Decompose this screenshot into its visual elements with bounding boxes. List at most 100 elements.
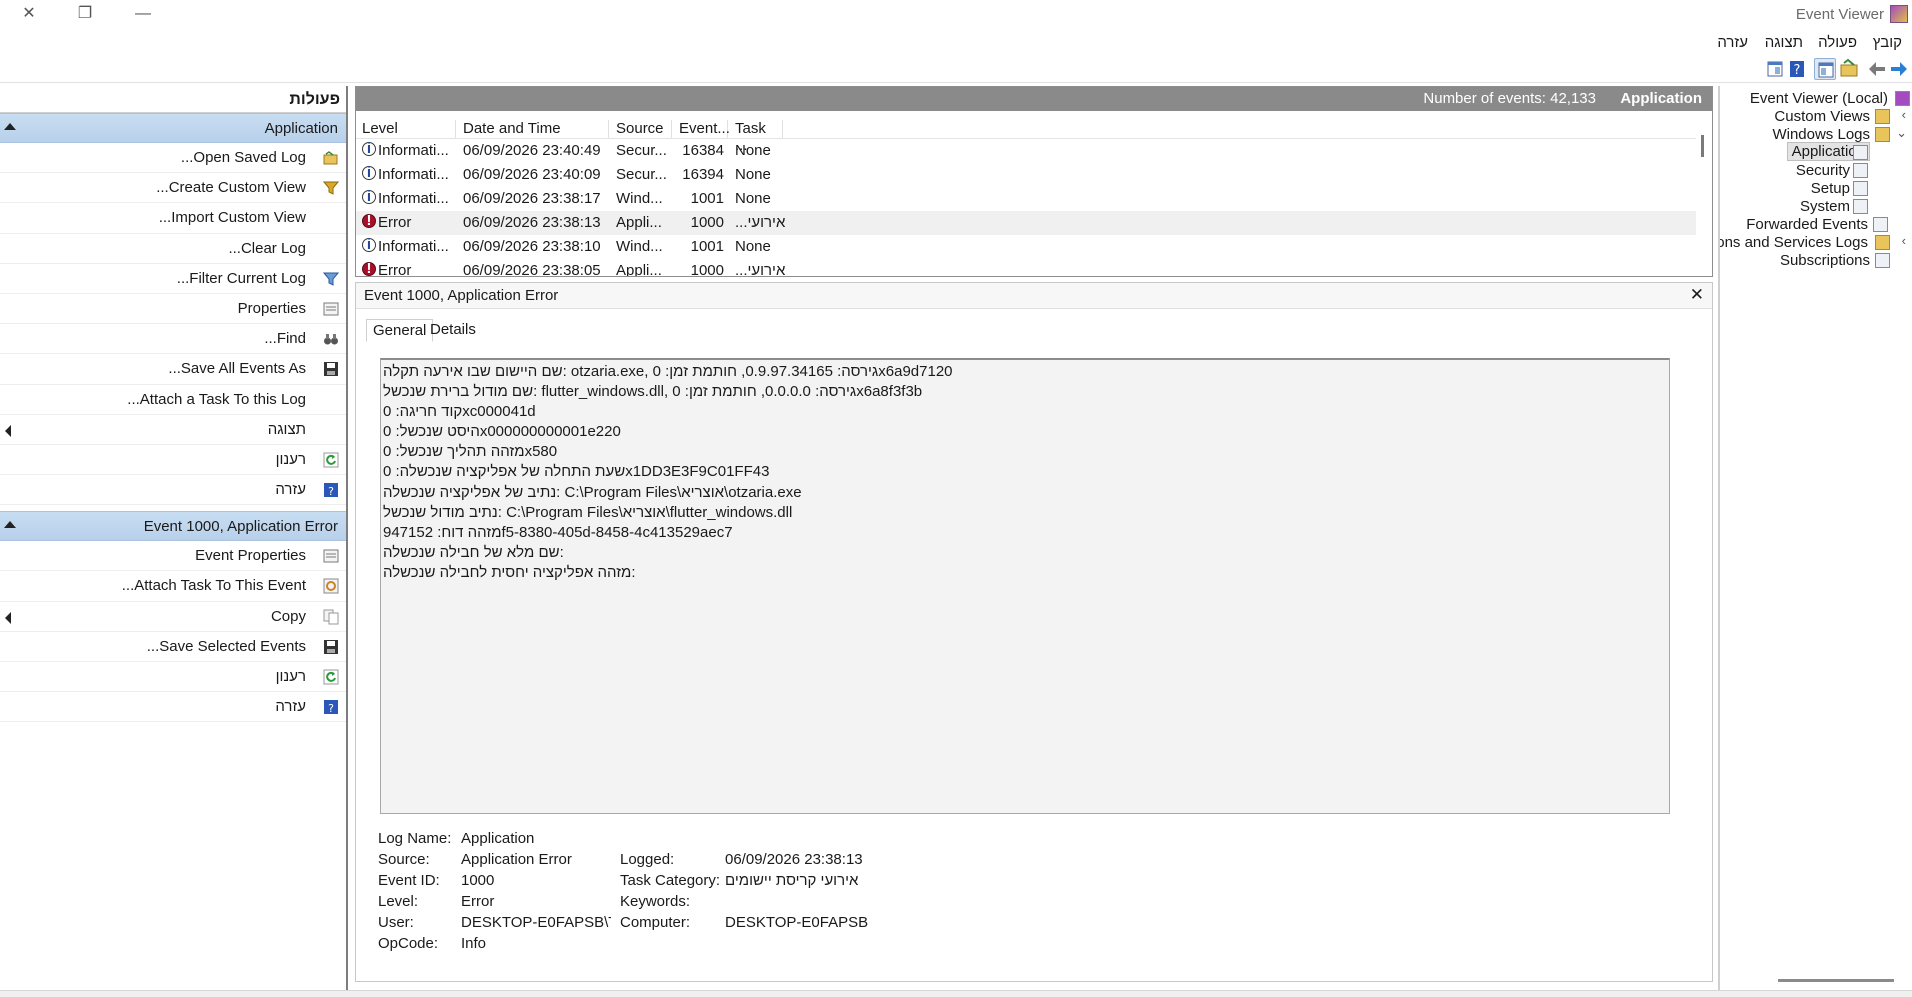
table-row[interactable]: i Informati... 06/09/2026 23:38:10 Wind... 1…	[356, 235, 1696, 259]
description-line: שם מלא של חבילה שנכשלה:	[383, 543, 564, 561]
action-save-selected-events[interactable]: ...Save Selected Events	[0, 632, 346, 662]
folder-icon	[1875, 109, 1890, 124]
action-attach-task-to-event[interactable]: ...Attach Task To This Event	[0, 571, 346, 602]
table-row[interactable]: i Informati... 06/09/2026 23:40:09 Secur...…	[356, 163, 1696, 187]
tree-label: Setup	[1810, 180, 1850, 197]
action-import-custom-view[interactable]: ...Import Custom View	[0, 203, 346, 234]
description-line: שם היישום שבו אירעה תקלה: otzaria.exe, ג…	[383, 363, 953, 380]
action-filter-current-log[interactable]: ...Filter Current Log	[0, 264, 346, 294]
action-find[interactable]: ...Find	[0, 324, 346, 355]
description-line: מזהה אפליקציה יחסית לחבילה שנכשלה:	[383, 563, 636, 581]
help-icon: ?	[324, 700, 338, 715]
vertical-scrollbar[interactable]	[1701, 135, 1704, 157]
menu-action[interactable]: פעולה	[1818, 34, 1857, 51]
col-date-time[interactable]: Date and Time	[457, 120, 609, 138]
cell-task: ...אירועי	[735, 262, 786, 276]
action-label: ...Attach Task To This Event	[121, 577, 306, 595]
console-tree-pane: Event Viewer (Local) Custom Views ‹ Wind…	[1718, 86, 1912, 990]
action-clear-log[interactable]: ...Clear Log	[0, 234, 346, 264]
section-header-event-1000[interactable]: Event 1000, Application Error	[0, 511, 346, 542]
filter-icon	[323, 272, 339, 286]
table-row[interactable]: ! Error 06/09/2026 23:38:13 Appli... 1000...…	[356, 211, 1696, 235]
table-row[interactable]: ! Error 06/09/2026 23:38:05 Appli... 1000...…	[356, 259, 1696, 276]
action-save-all-events-as[interactable]: ...Save All Events As	[0, 354, 346, 385]
chevron-left-icon[interactable]: ‹	[1902, 233, 1906, 248]
help-icon[interactable]: ?	[1786, 58, 1808, 80]
show-hide-console-tree-icon[interactable]	[1814, 58, 1836, 80]
col-event-id[interactable]: Event...	[673, 120, 730, 138]
back-arrow-icon[interactable]	[1866, 58, 1888, 80]
chevron-down-icon[interactable]: ⌄	[1896, 125, 1907, 141]
toolbar: ?	[0, 55, 1912, 83]
action-refresh[interactable]: רענון	[0, 445, 346, 476]
action-properties[interactable]: Properties	[0, 294, 346, 325]
field-value-log-name: Application	[461, 830, 535, 847]
collapse-triangle-icon[interactable]	[4, 521, 16, 529]
action-attach-task-to-log[interactable]: ...Attach a Task To this Log	[0, 385, 346, 415]
close-icon[interactable]: ✕	[1690, 285, 1704, 305]
event-description-box[interactable]: שם היישום שבו אירעה תקלה: otzaria.exe, ג…	[380, 358, 1670, 814]
tree-label: Applications and Services Logs	[1718, 234, 1868, 251]
error-icon: !	[362, 261, 376, 276]
cell-level: Error	[378, 214, 412, 231]
action-create-custom-view[interactable]: ...Create Custom View	[0, 173, 346, 204]
cell-task: None	[735, 166, 771, 183]
field-label-task-category: Task Category:	[620, 872, 721, 889]
action-label: Event Properties	[195, 547, 306, 565]
restore-window-icon[interactable]: ❐	[56, 0, 114, 29]
folder-icon	[1875, 127, 1890, 142]
show-hide-action-pane-icon[interactable]	[1764, 58, 1786, 80]
description-line: שם מודול ברירת שנכשל: flutter_windows.dl…	[383, 383, 923, 401]
menu-view[interactable]: תצוגה	[1765, 34, 1803, 51]
menu-bar: קובץ פעולה תצוגה עזרה	[0, 29, 1912, 55]
action-help[interactable]: עזרה ?	[0, 692, 346, 723]
action-label: תצוגה	[267, 420, 306, 438]
event-viewer-icon	[1895, 91, 1910, 106]
menu-file[interactable]: קובץ	[1873, 34, 1902, 51]
menu-help[interactable]: עזרה	[1717, 34, 1748, 51]
log-icon	[1853, 199, 1868, 214]
refresh-icon	[323, 452, 339, 468]
col-task-category[interactable]: Task ...	[729, 120, 783, 154]
folder-icon	[323, 151, 338, 165]
field-label-source: Source:	[378, 851, 430, 868]
error-icon: !	[362, 213, 376, 228]
horizontal-scrollbar[interactable]	[1778, 979, 1894, 982]
action-label: עזרה	[275, 698, 306, 716]
open-folder-icon[interactable]	[1838, 58, 1860, 80]
col-source[interactable]: Source	[610, 120, 672, 138]
description-line: קוד חריגה: 0xc000041d	[383, 403, 536, 421]
chevron-left-icon[interactable]: ‹	[1902, 107, 1906, 122]
table-row[interactable]: i Informati... 06/09/2026 23:38:17 Wind... 1…	[356, 187, 1696, 211]
close-window-icon[interactable]: ✕	[0, 0, 58, 29]
field-value-logged: 06/09/2026 23:38:13	[725, 851, 863, 868]
subscriptions-icon	[1875, 253, 1890, 268]
section-header-application[interactable]: Application	[0, 113, 346, 143]
action-view-submenu[interactable]: תצוגה	[0, 415, 346, 445]
save-icon	[324, 639, 338, 654]
submenu-arrow-icon	[5, 424, 11, 437]
field-label-user: User:	[378, 914, 414, 931]
action-open-saved-log[interactable]: ...Open Saved Log	[0, 143, 346, 174]
table-row[interactable]: i Informati... 06/09/2026 23:40:49 Secur...…	[356, 139, 1696, 163]
properties-icon	[323, 549, 339, 563]
action-event-properties[interactable]: Event Properties	[0, 541, 346, 572]
cell-level: Informati...	[378, 238, 449, 255]
field-value-opcode: Info	[461, 935, 487, 952]
action-help[interactable]: עזרה ?	[0, 475, 346, 506]
tree-label: Custom Views	[1774, 108, 1870, 125]
tree-node-subscriptions[interactable]: Subscriptions	[1720, 250, 1870, 272]
action-label: עזרה	[275, 481, 306, 499]
action-refresh[interactable]: רענון	[0, 662, 346, 693]
tab-details[interactable]: Details	[424, 319, 482, 340]
collapse-triangle-icon[interactable]	[4, 123, 16, 130]
submenu-arrow-icon	[5, 611, 11, 624]
title-bar: ✕ ❐ — Event Viewer	[0, 0, 1912, 29]
cell-level: Informati...	[378, 166, 449, 183]
minimize-window-icon[interactable]: —	[114, 0, 172, 29]
cell-date: 06/09/2026 23:38:10	[463, 238, 601, 255]
forward-arrow-icon[interactable]	[1888, 58, 1910, 80]
col-level[interactable]: Level	[356, 120, 456, 138]
action-copy[interactable]: Copy	[0, 602, 346, 632]
cell-task: None	[735, 238, 771, 255]
